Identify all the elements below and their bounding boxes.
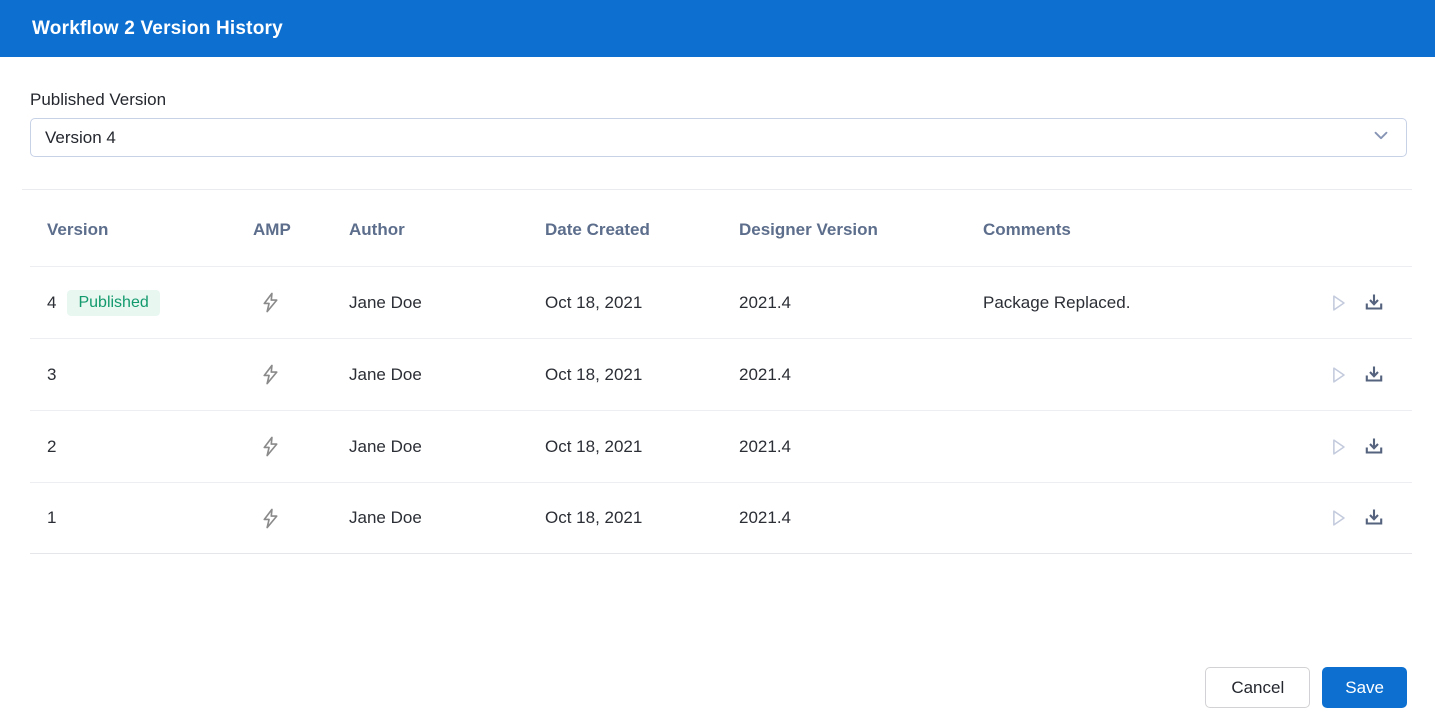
dialog-footer: Cancel Save bbox=[1205, 667, 1407, 708]
designer-version-cell: 2021.4 bbox=[739, 292, 791, 312]
column-header-version: Version bbox=[47, 220, 109, 239]
version-number: 1 bbox=[47, 508, 57, 527]
published-version-selected-value: Version 4 bbox=[45, 127, 116, 147]
download-icon[interactable] bbox=[1362, 291, 1386, 315]
table-row: 3 Jane Doe Oct 18, 2021 2021.4 bbox=[30, 338, 1412, 410]
published-badge: Published bbox=[67, 289, 160, 316]
version-number: 2 bbox=[47, 436, 57, 456]
table-row: 2 Jane Doe Oct 18, 2021 2021.4 bbox=[30, 410, 1412, 482]
column-header-amp: AMP bbox=[253, 220, 291, 239]
published-version-dropdown[interactable]: Version 4 bbox=[30, 118, 1407, 157]
author-cell: Jane Doe bbox=[349, 292, 422, 312]
download-icon[interactable] bbox=[1362, 506, 1386, 530]
dialog-titlebar: Workflow 2 Version History bbox=[0, 0, 1435, 57]
download-icon[interactable] bbox=[1362, 435, 1386, 459]
chevron-down-icon bbox=[1370, 124, 1392, 151]
table-row: 1 Jane Doe Oct 18, 2021 2021.4 bbox=[30, 482, 1412, 554]
author-cell: Jane Doe bbox=[349, 508, 422, 527]
lightning-icon bbox=[253, 291, 349, 314]
version-number: 4 bbox=[47, 292, 57, 312]
save-button[interactable]: Save bbox=[1322, 667, 1407, 708]
play-icon[interactable] bbox=[1327, 507, 1349, 529]
column-header-designer-version: Designer Version bbox=[739, 220, 878, 239]
download-icon[interactable] bbox=[1362, 363, 1386, 387]
lightning-icon bbox=[253, 435, 349, 458]
comments-cell: Package Replaced. bbox=[983, 292, 1131, 312]
column-header-comments: Comments bbox=[983, 220, 1071, 239]
table-row: 4 Published Jane Doe Oct 18, 2021 2021.4… bbox=[30, 266, 1412, 338]
date-created-cell: Oct 18, 2021 bbox=[545, 364, 643, 384]
designer-version-cell: 2021.4 bbox=[739, 364, 791, 384]
author-cell: Jane Doe bbox=[349, 436, 422, 456]
section-divider bbox=[22, 189, 1412, 190]
version-history-table: Version AMP Author Date Created Designer… bbox=[30, 194, 1412, 554]
table-header-row: Version AMP Author Date Created Designer… bbox=[30, 194, 1412, 266]
lightning-icon bbox=[253, 507, 349, 530]
published-version-label: Published Version bbox=[30, 90, 167, 109]
column-header-author: Author bbox=[349, 220, 405, 239]
date-created-cell: Oct 18, 2021 bbox=[545, 508, 643, 527]
lightning-icon bbox=[253, 363, 349, 386]
cancel-button[interactable]: Cancel bbox=[1205, 667, 1311, 708]
designer-version-cell: 2021.4 bbox=[739, 436, 791, 456]
play-icon[interactable] bbox=[1327, 292, 1349, 314]
play-icon[interactable] bbox=[1327, 364, 1349, 386]
play-icon[interactable] bbox=[1327, 436, 1349, 458]
version-number: 3 bbox=[47, 364, 57, 384]
date-created-cell: Oct 18, 2021 bbox=[545, 292, 643, 312]
date-created-cell: Oct 18, 2021 bbox=[545, 436, 643, 456]
author-cell: Jane Doe bbox=[349, 364, 422, 384]
dialog-title: Workflow 2 Version History bbox=[32, 17, 283, 39]
designer-version-cell: 2021.4 bbox=[739, 508, 791, 527]
column-header-date-created: Date Created bbox=[545, 220, 650, 239]
